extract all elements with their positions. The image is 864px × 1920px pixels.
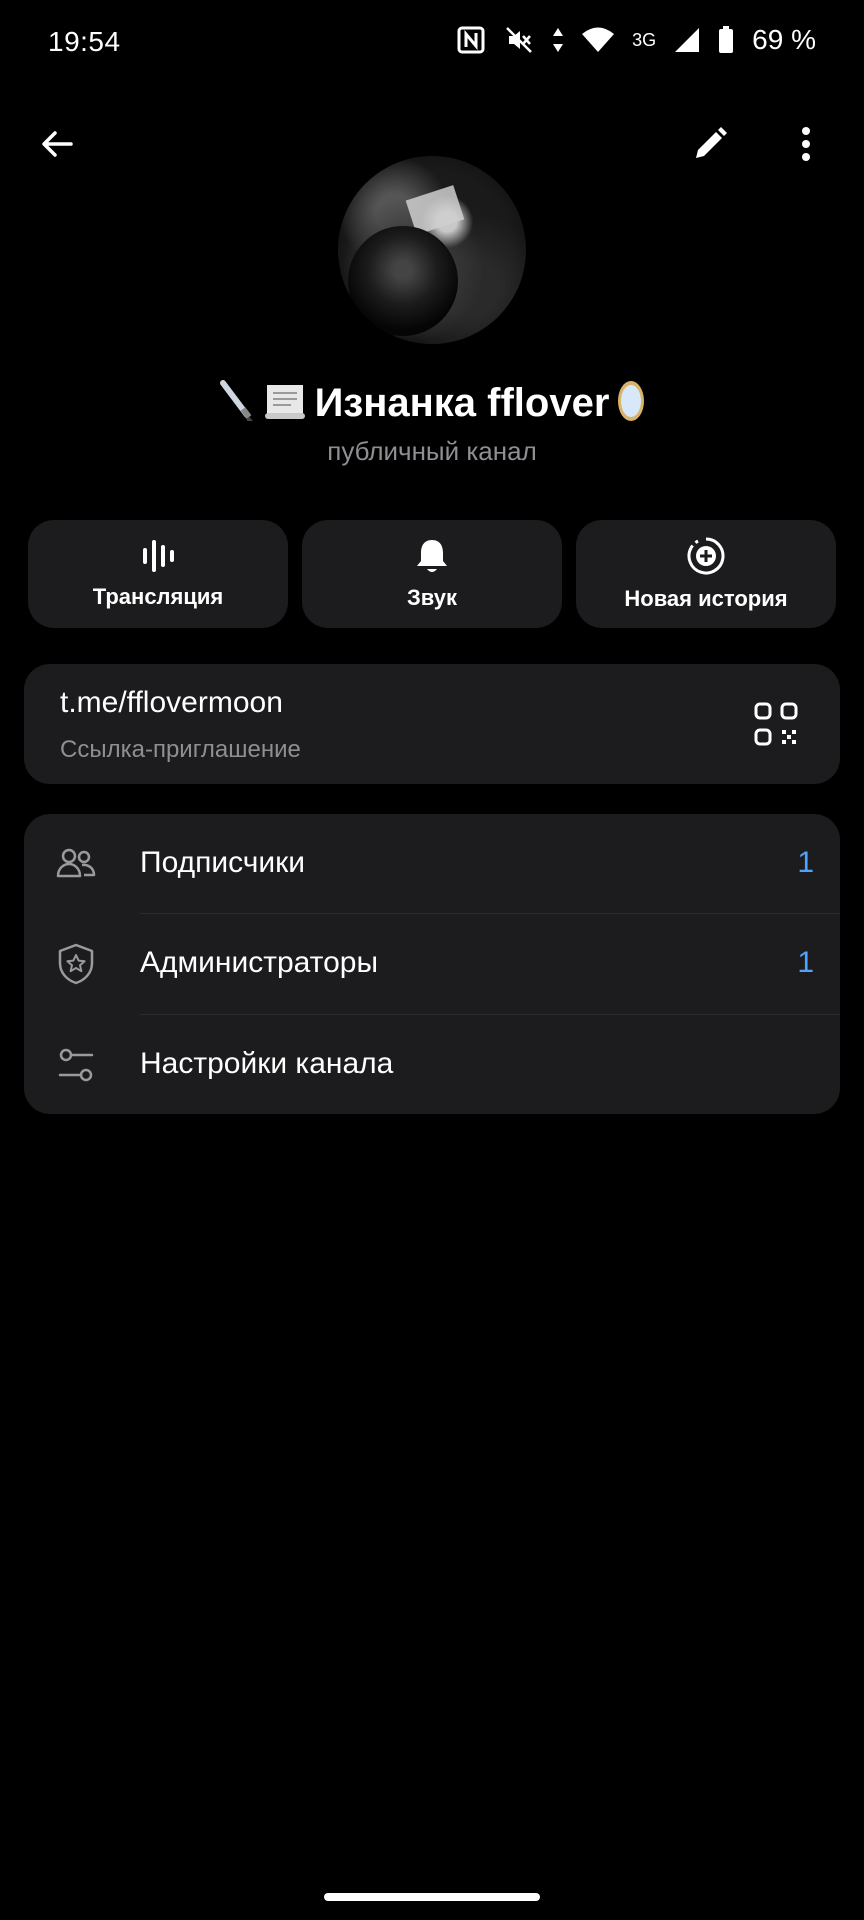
back-button[interactable] xyxy=(25,112,89,176)
more-vert-icon xyxy=(802,127,810,161)
live-stream-icon xyxy=(143,540,174,572)
scroll-emoji xyxy=(263,379,309,428)
sound-button[interactable]: Звук xyxy=(302,520,562,628)
battery-percent: 69 % xyxy=(752,24,816,55)
wifi-icon xyxy=(582,27,615,53)
menu-item-channel-settings[interactable]: Настройки канала xyxy=(24,1015,840,1114)
action-label: Трансляция xyxy=(92,584,224,609)
status-icons: 3G 69 % xyxy=(456,24,816,56)
mute-icon xyxy=(504,25,534,55)
admin-shield-icon xyxy=(58,943,94,985)
nfc-icon xyxy=(456,25,486,55)
menu-item-label: Администраторы xyxy=(140,946,379,979)
battery-icon xyxy=(718,26,734,54)
channel-title: Изнанка fflover xyxy=(314,381,610,425)
more-options-button[interactable] xyxy=(774,112,838,176)
people-icon xyxy=(56,848,96,878)
channel-subtitle: публичный канал xyxy=(327,436,537,466)
avatar-image-detail xyxy=(348,226,458,336)
menu-item-count: 1 xyxy=(797,946,814,979)
signal-icon xyxy=(674,27,700,53)
channel-avatar[interactable] xyxy=(338,156,526,344)
action-buttons: Трансляция Звук Новая история xyxy=(28,520,836,628)
channel-link[interactable]: t.me/fflovermoon xyxy=(60,686,283,720)
home-indicator[interactable] xyxy=(324,1893,540,1901)
status-time: 19:54 xyxy=(48,26,121,57)
menu-item-label: Подписчики xyxy=(140,846,306,879)
story-add-icon xyxy=(687,537,725,575)
bell-icon xyxy=(417,540,447,572)
action-label: Звук xyxy=(406,585,457,610)
live-stream-button[interactable]: Трансляция xyxy=(28,520,288,628)
network-type: 3G xyxy=(632,29,657,50)
channel-title-row: Изнанка fflover xyxy=(0,378,864,429)
menu-item-label: Настройки канала xyxy=(140,1047,394,1080)
pen-emoji xyxy=(217,379,257,428)
new-story-button[interactable]: Новая история xyxy=(576,520,836,628)
action-label: Новая история xyxy=(624,586,788,611)
qr-code-button[interactable] xyxy=(752,700,800,748)
settings-sliders-icon xyxy=(58,1048,94,1082)
menu-item-count: 1 xyxy=(797,846,814,879)
pencil-icon xyxy=(696,127,727,158)
menu-item-subscribers[interactable]: Подписчики 1 xyxy=(24,814,840,914)
mirror-emoji xyxy=(615,378,647,429)
channel-menu: Подписчики 1 Администраторы 1 Настройки … xyxy=(24,814,840,1114)
back-arrow-icon xyxy=(42,131,73,157)
qr-code-icon xyxy=(754,702,798,746)
data-arrows-icon xyxy=(552,26,564,54)
invite-link-card[interactable]: t.me/fflovermoon Ссылка-приглашение xyxy=(24,664,840,784)
link-caption: Ссылка-приглашение xyxy=(60,736,301,763)
edit-button[interactable] xyxy=(678,112,742,176)
menu-item-administrators[interactable]: Администраторы 1 xyxy=(24,914,840,1014)
